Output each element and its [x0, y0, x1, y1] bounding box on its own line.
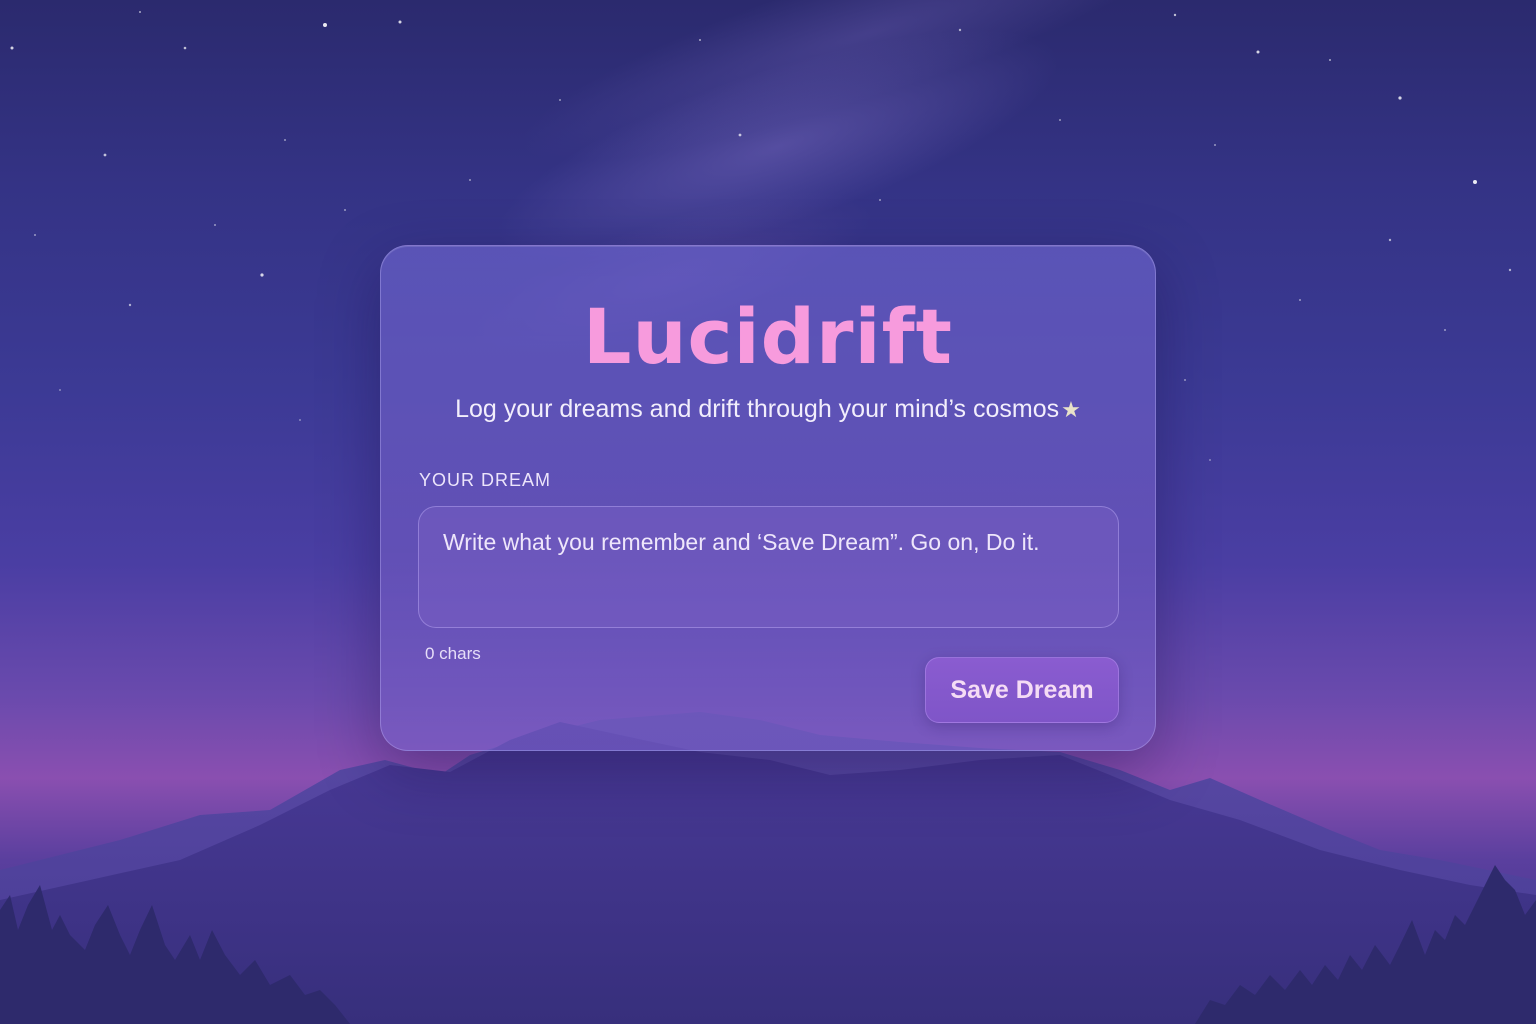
app-background: Lucidrift Log your dreams and drift thro…	[0, 0, 1536, 1024]
dream-field-label: YOUR DREAM	[419, 470, 552, 490]
dream-card: Lucidrift Log your dreams and drift thro…	[380, 245, 1156, 751]
subtitle-text: Log your dreams and drift through your m…	[455, 395, 1060, 423]
app-title: Lucidrift	[583, 292, 953, 381]
app-subtitle: Log your dreams and drift through your m…	[381, 392, 1155, 427]
char-count: 0 chars	[425, 644, 481, 663]
dream-input[interactable]	[418, 506, 1119, 628]
star-icon: ★	[1061, 397, 1081, 422]
save-dream-button[interactable]: Save Dream	[925, 657, 1119, 723]
